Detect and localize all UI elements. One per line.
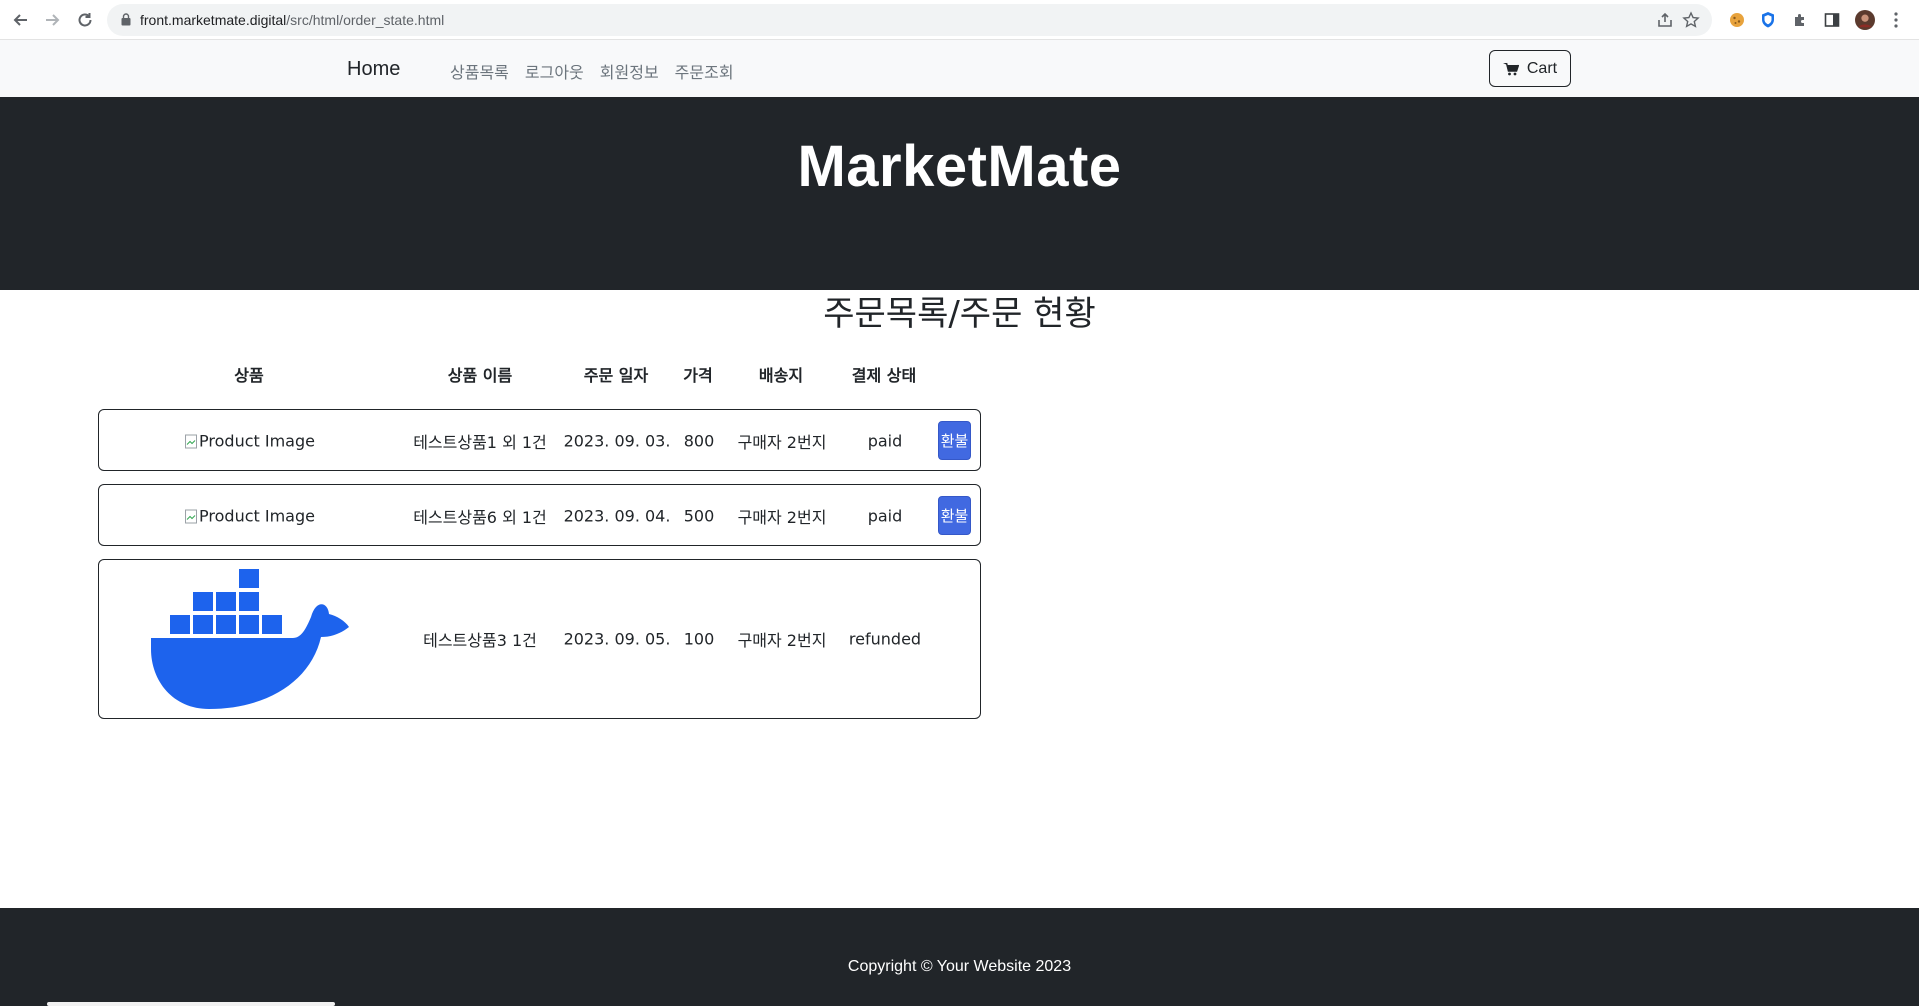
payment-status: paid [867,431,903,451]
product-image: Product Image [185,432,315,451]
side-panel-icon[interactable] [1822,10,1842,30]
browser-menu-icon[interactable] [1886,10,1906,30]
broken-image-icon [185,434,198,448]
arrow-right-icon [46,14,60,26]
nav-home-link[interactable]: Home [347,58,400,81]
orders-table-header: 상품 상품 이름 주문 일자 가격 배송지 결제 상태 [0,362,1000,385]
nav-link-products[interactable]: 상품목록 [450,59,509,83]
cart-button[interactable]: Cart [1489,50,1571,87]
order-date: 2023. 09. 04. [563,506,671,526]
site-title: MarketMate [797,134,1122,199]
back-button[interactable] [9,8,33,32]
order-date: 2023. 09. 05. [563,629,671,649]
nav-link-logout[interactable]: 로그아웃 [525,59,584,83]
payment-status: refunded [848,629,922,649]
arrow-left-icon [13,14,27,26]
header-price: 가격 [683,366,713,385]
refund-button[interactable]: 환불 [938,421,971,460]
product-image-alt: Product Image [199,431,315,451]
product-image-alt: Product Image [199,506,315,526]
nav-link-order-lookup[interactable]: 주문조회 [675,59,734,83]
header-product: 상품 [234,366,264,385]
hero-header: MarketMate [0,97,1919,290]
address-bar[interactable]: front.marketmate.digital/src/html/order_… [107,4,1712,36]
order-product-name: 테스트상품6 외 1건 [413,508,547,527]
forward-button[interactable] [40,8,64,32]
order-product-name: 테스트상품1 외 1건 [413,433,547,452]
order-price: 500 [683,506,715,526]
site-footer: Copyright © Your Website 2023 [0,908,1919,1006]
horizontal-scrollbar[interactable] [47,1002,335,1006]
browser-toolbar: front.marketmate.digital/src/html/order_… [0,0,1919,40]
footer-copyright: Copyright © Your Website 2023 [847,958,1072,975]
cart-icon [1502,62,1519,75]
order-address: 구매자 2번지 [737,433,827,452]
docker-whale-icon [151,569,349,709]
nav-links: 상품목록 로그아웃 회원정보 주문조회 [450,59,734,83]
order-row: Product Image 테스트상품1 외 1건 2023. 09. 03. … [98,409,981,471]
bookmark-star-icon[interactable] [1682,11,1700,29]
site-navbar: Home 상품목록 로그아웃 회원정보 주문조회 Cart [0,40,1919,97]
profile-avatar[interactable] [1855,10,1875,30]
share-icon[interactable] [1656,11,1674,29]
order-product-name: 테스트상품3 1건 [423,631,537,650]
product-image: Product Image [185,507,315,526]
orders-title: 주문목록/주문 현황 [823,294,1096,334]
order-address: 구매자 2번지 [737,508,827,527]
header-payment-status: 결제 상태 [851,366,917,385]
cart-label: Cart [1526,59,1558,77]
order-price: 800 [683,431,715,451]
order-date: 2023. 09. 03. [563,431,671,451]
header-address: 배송지 [758,366,804,385]
broken-image-icon [185,509,198,523]
header-order-date: 주문 일자 [583,366,649,385]
order-price: 100 [683,629,715,649]
url-host: front.marketmate.digital [140,12,287,28]
shield-extension-icon[interactable] [1758,10,1778,30]
order-row: Product Image 테스트상품6 외 1건 2023. 09. 04. … [98,484,981,546]
nav-link-member-info[interactable]: 회원정보 [600,59,659,83]
lock-icon [121,13,131,26]
header-product-name: 상품 이름 [447,366,513,385]
refund-button[interactable]: 환불 [938,496,971,535]
url-path: /src/html/order_state.html [286,12,445,28]
order-row: 테스트상품3 1건 2023. 09. 05. 100 구매자 2번지 refu… [98,559,981,719]
order-address: 구매자 2번지 [737,631,827,650]
url-text: front.marketmate.digital/src/html/order_… [140,11,444,29]
reload-icon [78,13,92,27]
cookie-extension-icon[interactable] [1727,10,1747,30]
payment-status: paid [867,506,903,526]
puzzle-extensions-icon[interactable] [1790,10,1810,30]
reload-button[interactable] [73,8,97,32]
